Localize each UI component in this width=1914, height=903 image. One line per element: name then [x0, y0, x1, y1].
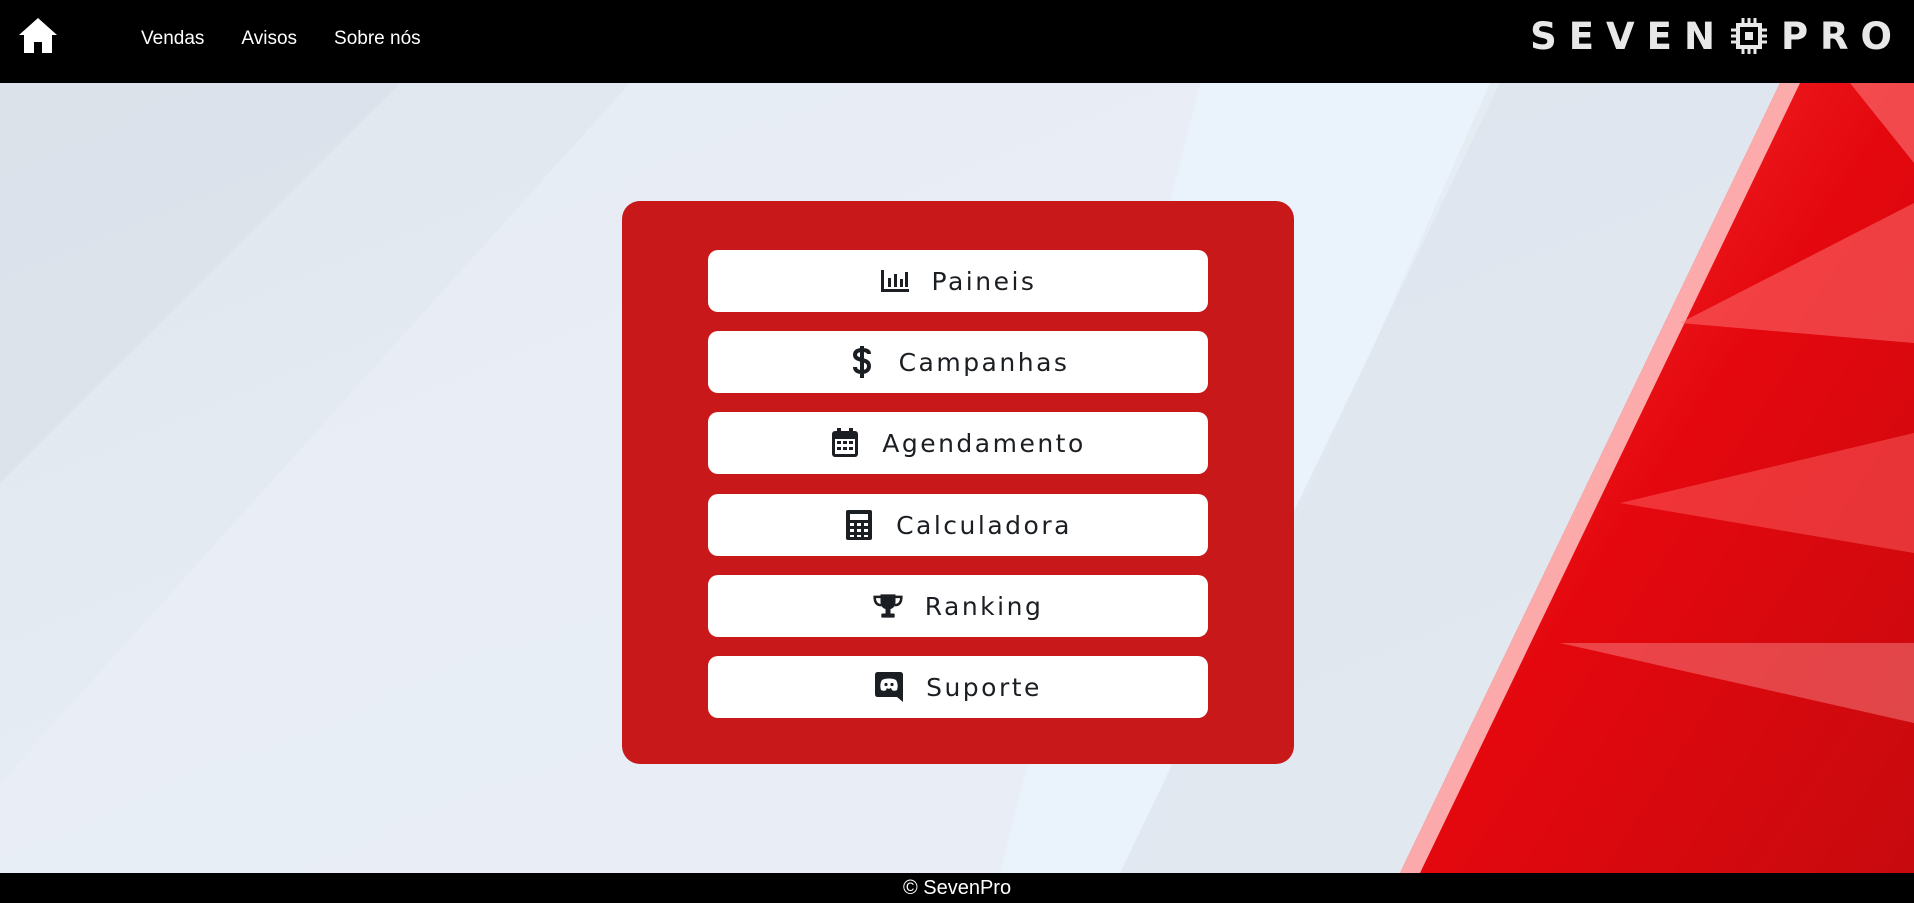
paineis-label: Paineis [931, 266, 1037, 296]
calculadora-label: Calculadora [896, 510, 1072, 540]
ranking-label: Ranking [924, 591, 1044, 621]
paineis-button[interactable]: Paineis [708, 250, 1208, 312]
trophy-icon [873, 591, 903, 621]
calculadora-button[interactable]: Calculadora [708, 494, 1208, 556]
discord-icon [874, 672, 904, 702]
brand-left: SEVEN [1530, 14, 1727, 58]
ranking-button[interactable]: Ranking [708, 575, 1208, 637]
calendar-icon [830, 428, 860, 458]
suporte-label: Suporte [926, 672, 1042, 702]
footer-copyright: © SevenPro [902, 876, 1012, 899]
nav-sobre-nos[interactable]: Sobre nós [334, 28, 421, 50]
campanhas-button[interactable]: Campanhas [708, 331, 1208, 393]
nav-avisos[interactable]: Avisos [241, 28, 297, 50]
agendamento-button[interactable]: Agendamento [708, 412, 1208, 474]
campanhas-label: Campanhas [898, 347, 1070, 377]
brand-right: PRO [1780, 14, 1904, 58]
bar-chart-icon [880, 266, 910, 296]
main-nav: Vendas Avisos Sobre nós [141, 28, 421, 50]
calculator-icon [844, 510, 874, 540]
top-navbar: Vendas Avisos Sobre nós SEVEN PRO [0, 0, 1914, 83]
home-icon[interactable] [17, 15, 59, 57]
brand-logo: SEVEN PRO [1530, 14, 1904, 58]
suporte-button[interactable]: Suporte [708, 656, 1208, 718]
chip-icon [1729, 16, 1769, 56]
footer: © SevenPro [0, 873, 1914, 903]
menu-panel: Paineis Campanhas Agendamento Calculador… [622, 201, 1294, 764]
nav-vendas[interactable]: Vendas [141, 28, 204, 50]
agendamento-label: Agendamento [882, 428, 1086, 458]
dollar-icon [847, 346, 877, 378]
